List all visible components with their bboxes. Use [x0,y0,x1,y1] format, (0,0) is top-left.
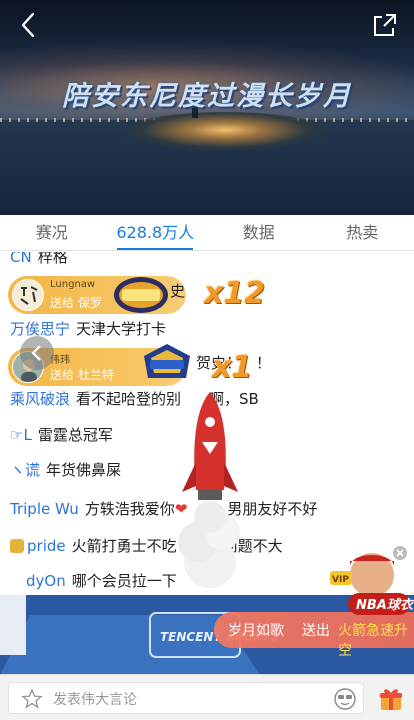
star-icon[interactable] [21,688,43,710]
tab-shop[interactable]: 热卖 [311,215,414,250]
chat-text: 看不起哈登的别 [76,390,182,408]
gift-text-partial: 史 [170,282,186,300]
rocket-gift-badge-icon [144,344,190,378]
video-player[interactable]: 陪安东尼度过漫长岁月 [0,0,414,215]
gift-count: x12 [204,276,266,311]
chat-text: 雷霆总冠军 [37,426,113,444]
chat-username[interactable]: ヽ谎 [10,461,40,479]
fan-item: 火箭急速升空 [338,623,408,659]
back-arrow-icon[interactable] [14,10,44,40]
gift-target: 送给 杜兰特 [50,368,115,382]
chat-text: 火箭打勇士不吃 [71,537,177,555]
shield-badge-icon [10,539,24,553]
nba-jersey-promo-icon[interactable]: NBA球衣 VIP [330,545,414,625]
chat-message: CN 梓格 [10,252,68,267]
floating-back-button[interactable] [20,336,54,370]
video-caption: 陪安东尼度过漫长岁月 [62,81,352,112]
rocket-animation-icon [178,392,240,588]
chat-username[interactable]: 乘风破浪 [10,390,70,408]
gift-target: 送给 保罗 [50,296,103,310]
emoji-icon[interactable] [333,687,357,711]
gift-count: x1 [212,350,253,385]
chat-text: 年货佛鼻屎 [46,461,122,479]
chat-text: 哪个会员拉一下 [71,572,177,590]
tab-chat-viewers[interactable]: 628.8万人 [104,215,208,250]
chat-message: ☞L 雷霆总冠军 [10,424,113,445]
chat-username[interactable]: ☞L [10,426,32,444]
chat-text: 天津大学打卡 [76,320,167,338]
tab-game-status[interactable]: 赛况 [0,215,104,250]
chat-message: dyOn 哪个会员拉一下 [26,570,177,591]
chat-text: 梓格 [37,252,68,266]
vip-label: VIP [332,575,349,585]
comment-placeholder: 发表伟大言论 [53,692,137,708]
share-icon[interactable] [372,12,398,38]
tab-stats[interactable]: 数据 [207,215,311,250]
fan-action: 送出 [302,623,330,639]
avatar[interactable] [12,279,44,311]
comment-input[interactable]: 发表伟大言论 [8,682,364,714]
jersey-label: NBA球衣 [356,597,414,613]
chat-username[interactable]: pride [27,537,66,555]
gift-sender: Lungnaw [50,279,96,290]
tab-bar: 赛况 628.8万人 数据 热卖 [0,215,414,251]
chevron-left-icon [31,345,41,361]
gift-icon[interactable] [378,686,404,712]
avatar-calligraphy-icon [13,280,43,310]
fan-name: 岁月如歌 [228,623,284,639]
video-island [120,112,330,152]
chat-message: ヽ谎 年货佛鼻屎 [10,459,121,480]
comment-bar: 发表伟大言论 [0,674,414,720]
chat-text: 方轶浩我爱你 [84,500,175,518]
chat-username[interactable]: Triple Wu [10,500,79,518]
chat-message: Triple Wu 方轶浩我爱你❤ 男朋友好不好 [10,498,317,519]
chat-username[interactable]: dyOn [26,572,66,590]
chat-username[interactable]: CN [10,252,32,266]
gift-badge-icon [114,277,168,313]
